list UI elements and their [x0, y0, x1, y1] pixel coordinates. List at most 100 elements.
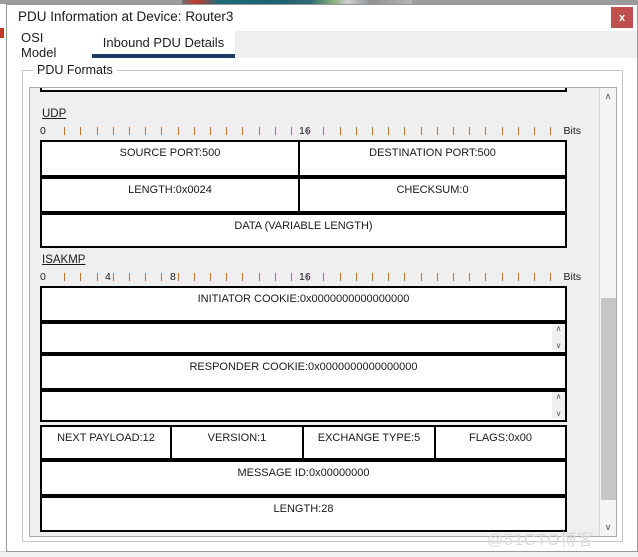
ruler-tick: [64, 127, 66, 135]
background-red-edge: [0, 28, 4, 38]
ruler-tick: [485, 127, 487, 135]
ruler-tick: [372, 273, 373, 281]
ruler-tick: [129, 127, 130, 135]
udp-checksum-field: CHECKSUM:0: [300, 177, 567, 213]
ruler-tick: [177, 127, 179, 135]
ruler-tick: [550, 127, 552, 135]
ruler-tick: [404, 127, 406, 135]
isakmp-ruler-unit: Bits: [563, 271, 581, 283]
ruler-tick: [404, 273, 406, 281]
isakmp-flags-field: FLAGS:0x00: [436, 425, 567, 460]
ruler-tick: [210, 273, 211, 281]
udp-source-port-field: SOURCE PORT:500: [40, 140, 300, 177]
udp-ruler-mark-16: 16: [299, 125, 311, 137]
ruler-tick: [420, 127, 422, 135]
spinner-up-icon-2[interactable]: ∧: [556, 392, 562, 401]
pdu-diagram: UDP 0 16 Bits SOURCE PORT:500 DESTINATIO…: [30, 88, 600, 536]
ruler-tick: [274, 127, 276, 135]
vertical-scrollbar[interactable]: ∧ ∨: [599, 88, 616, 536]
ruler-tick: [210, 127, 211, 135]
ruler-tick: [517, 273, 519, 281]
ruler-tick: [258, 127, 260, 135]
ruler-tick: [550, 273, 552, 281]
scrollbar-thumb[interactable]: [601, 298, 616, 500]
ruler-tick: [323, 127, 325, 135]
ruler-tick: [517, 127, 519, 135]
isakmp-ruler-mark-16: 16: [299, 271, 311, 283]
isakmp-ruler-mark-8: 8: [170, 271, 176, 283]
spinner-down-icon-2[interactable]: ∨: [556, 409, 562, 418]
pdu-information-dialog: PDU Information at Device: Router3 x OSI…: [6, 4, 638, 552]
isakmp-row-initiator-cookie-cont: ∧ ∨: [40, 322, 567, 354]
udp-ruler-mark-0: 0: [40, 125, 46, 137]
scroll-up-icon[interactable]: ∧: [600, 88, 616, 105]
ruler-tick: [307, 127, 309, 135]
isakmp-section-label: ISAKMP: [42, 254, 86, 266]
ruler-tick: [64, 273, 66, 281]
isakmp-next-payload-field: NEXT PAYLOAD:12: [40, 425, 172, 460]
ruler-tick: [323, 273, 325, 281]
ruler-tick: [96, 273, 98, 281]
ruler-tick: [242, 273, 244, 281]
udp-bit-ruler: 0 16 Bits: [40, 124, 581, 138]
ruler-tick: [226, 127, 228, 135]
isakmp-ruler-mark-4: 4: [105, 271, 111, 283]
spinner-up-icon[interactable]: ∧: [556, 324, 562, 333]
isakmp-row-length: LENGTH:28: [40, 496, 567, 532]
ruler-tick: [96, 127, 98, 135]
ruler-tick: [80, 273, 82, 281]
ruler-tick: [436, 127, 438, 135]
ruler-tick: [226, 273, 228, 281]
ruler-tick: [534, 127, 535, 135]
udp-row-ports: SOURCE PORT:500 DESTINATION PORT:500: [40, 140, 567, 177]
udp-destination-port-field: DESTINATION PORT:500: [300, 140, 567, 177]
ruler-tick: [145, 273, 147, 281]
isakmp-row-responder-cookie-cont: ∧ ∨: [40, 390, 567, 422]
udp-ruler-unit: Bits: [563, 125, 581, 137]
udp-section-label: UDP: [42, 108, 67, 120]
ruler-tick: [469, 273, 471, 281]
ruler-tick: [420, 273, 422, 281]
ruler-tick: [242, 127, 244, 135]
ruler-tick: [355, 127, 357, 135]
ruler-tick: [453, 273, 454, 281]
ruler-tick: [501, 127, 503, 135]
ruler-tick: [453, 127, 454, 135]
ruler-tick: [112, 127, 114, 135]
ruler-tick: [161, 127, 163, 135]
ruler-tick: [388, 127, 390, 135]
initiator-cookie-spinner[interactable]: ∧ ∨: [552, 324, 565, 350]
pdu-diagram-scroll-panel[interactable]: UDP 0 16 Bits SOURCE PORT:500 DESTINATIO…: [29, 87, 617, 537]
scroll-down-icon[interactable]: ∨: [600, 519, 616, 536]
ruler-tick: [291, 273, 292, 281]
spinner-down-icon[interactable]: ∨: [556, 341, 562, 350]
isakmp-version-field: VERSION:1: [172, 425, 304, 460]
tab-inbound-pdu-details[interactable]: Inbound PDU Details: [92, 31, 235, 58]
close-button[interactable]: x: [611, 7, 633, 28]
tab-content-pane: PDU Formats UDP 0 16 Bits SOURCE PORT:50…: [7, 59, 637, 551]
ruler-tick: [145, 127, 147, 135]
ruler-tick: [112, 273, 114, 281]
ruler-tick: [485, 273, 487, 281]
ruler-tick: [193, 127, 195, 135]
ruler-tick: [307, 273, 309, 281]
ruler-tick: [469, 127, 471, 135]
tab-osi-model[interactable]: OSI Model: [11, 30, 87, 60]
ruler-tick: [274, 273, 276, 281]
ruler-tick: [80, 127, 82, 135]
ruler-tick: [258, 273, 260, 281]
isakmp-responder-cookie-overflow: ∧ ∨: [40, 390, 567, 422]
isakmp-exchange-type-field: EXCHANGE TYPE:5: [304, 425, 436, 460]
ruler-tick: [291, 127, 292, 135]
tab-strip: OSI Model Inbound PDU Details: [7, 30, 637, 60]
isakmp-responder-cookie-field: RESPONDER COOKIE:0x0000000000000000: [40, 354, 567, 390]
udp-row-length-checksum: LENGTH:0x0024 CHECKSUM:0: [40, 177, 567, 213]
isakmp-bit-ruler: 0 4 8 16 Bits: [40, 270, 581, 284]
isakmp-row-initiator-cookie: INITIATOR COOKIE:0x0000000000000000: [40, 286, 567, 322]
udp-data-field: DATA (VARIABLE LENGTH): [40, 213, 567, 248]
ruler-tick: [501, 273, 503, 281]
responder-cookie-spinner[interactable]: ∧ ∨: [552, 392, 565, 418]
isakmp-row-message-id: MESSAGE ID:0x00000000: [40, 460, 567, 496]
title-bar: PDU Information at Device: Router3 x: [7, 5, 637, 31]
pdu-formats-label: PDU Formats: [33, 63, 117, 77]
